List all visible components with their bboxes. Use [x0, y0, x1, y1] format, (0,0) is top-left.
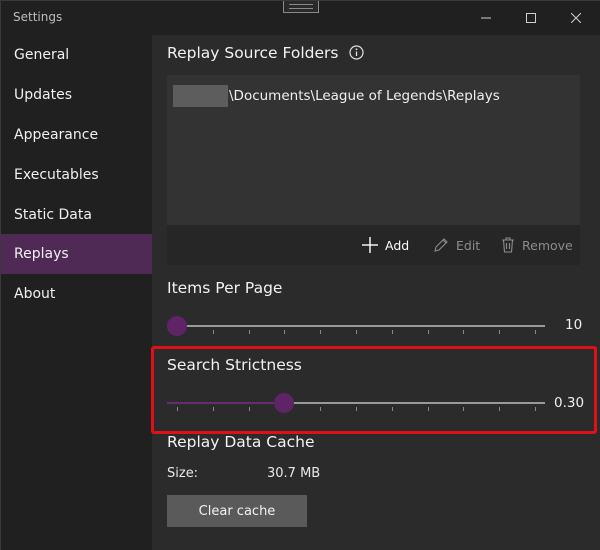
- replay-source-title-text: Replay Source Folders: [167, 44, 339, 62]
- search-strictness-slider[interactable]: [167, 392, 545, 414]
- items-per-page-title: Items Per Page: [167, 279, 283, 297]
- cache-size-label: Size:: [167, 466, 199, 481]
- slider-tick: [356, 407, 357, 411]
- sidebar-item-label: General: [14, 47, 70, 63]
- clear-cache-button[interactable]: Clear cache: [167, 495, 307, 527]
- edit-folder-button[interactable]: Edit: [433, 225, 480, 265]
- sidebar-item-label: About: [14, 286, 56, 302]
- sidebar-item-label: Appearance: [14, 127, 99, 143]
- pencil-icon: [434, 238, 448, 252]
- settings-content: Replay Source Folders \Documents\League …: [152, 35, 600, 550]
- add-folder-button[interactable]: Add: [362, 225, 409, 265]
- sidebar-item-replays[interactable]: Replays: [1, 234, 152, 274]
- maximize-icon: [526, 13, 536, 23]
- replay-folder-item[interactable]: \Documents\League of Legends\Replays: [173, 85, 500, 107]
- trash-icon: [502, 237, 514, 253]
- settings-sidebar: General Updates Appearance Executables S…: [1, 35, 152, 550]
- info-icon[interactable]: [349, 44, 365, 60]
- slider-tick: [535, 330, 536, 334]
- slider-tick: [320, 407, 322, 411]
- slider-tick: [248, 330, 250, 334]
- slider-tick: [499, 407, 501, 411]
- sidebar-item-executables[interactable]: Executables: [1, 155, 152, 195]
- maximize-button[interactable]: [508, 1, 554, 35]
- sidebar-item-label: Replays: [14, 246, 69, 262]
- sidebar-item-label: Updates: [14, 87, 72, 103]
- remove-folder-button[interactable]: Remove: [501, 225, 573, 265]
- sidebar-item-static-data[interactable]: Static Data: [1, 195, 152, 235]
- folder-toolbar: Add Edit Remove: [167, 225, 580, 265]
- items-per-page-slider[interactable]: [167, 315, 545, 337]
- sidebar-item-updates[interactable]: Updates: [1, 75, 152, 115]
- items-per-page-thumb[interactable]: [167, 316, 187, 336]
- sidebar-item-about[interactable]: About: [1, 274, 152, 314]
- minimize-icon: [481, 17, 491, 19]
- sidebar-item-label: Static Data: [14, 207, 92, 223]
- slider-tick: [391, 407, 393, 411]
- edit-folder-label: Edit: [456, 237, 481, 253]
- replay-folder-path: \Documents\League of Legends\Replays: [229, 88, 500, 104]
- settings-window: Settings General Updates Appearance Exec…: [0, 0, 600, 550]
- sidebar-item-label: Executables: [14, 167, 99, 183]
- slider-tick: [320, 330, 322, 334]
- slider-tick: [212, 407, 214, 411]
- window-title: Settings: [13, 10, 63, 24]
- slider-tick: [463, 407, 465, 411]
- items-per-page-value: 10: [565, 317, 583, 333]
- add-folder-label: Add: [385, 237, 410, 253]
- redacted-path-block: [173, 85, 228, 107]
- close-button[interactable]: [553, 1, 599, 35]
- slider-tick: [212, 330, 214, 334]
- cache-size-value: 30.7 MB: [267, 466, 321, 481]
- slider-tick: [499, 330, 501, 334]
- slider-tick: [248, 407, 250, 411]
- minimize-button[interactable]: [463, 1, 509, 35]
- slider-tick: [177, 407, 178, 411]
- sidebar-item-general[interactable]: General: [1, 35, 152, 75]
- replay-data-cache-title: Replay Data Cache: [167, 433, 315, 451]
- search-strictness-title: Search Strictness: [167, 356, 302, 374]
- search-strictness-thumb[interactable]: [274, 393, 295, 413]
- replay-source-title: Replay Source Folders: [167, 44, 365, 62]
- replay-folder-list[interactable]: \Documents\League of Legends\Replays Add…: [167, 75, 580, 265]
- search-strictness-value: 0.30: [554, 395, 585, 411]
- slider-tick: [463, 330, 465, 334]
- remove-folder-label: Remove: [522, 237, 573, 253]
- slider-tick: [391, 330, 393, 334]
- title-bar[interactable]: Settings: [1, 1, 600, 35]
- plus-icon: [362, 237, 378, 253]
- slider-tick: [284, 330, 286, 334]
- sidebar-item-appearance[interactable]: Appearance: [1, 115, 152, 155]
- slider-tick: [427, 407, 429, 411]
- slider-tick: [356, 330, 357, 334]
- slider-tick: [427, 330, 429, 334]
- slider-tick: [535, 407, 536, 411]
- drag-handle-icon[interactable]: [283, 1, 319, 13]
- close-icon: [571, 13, 581, 23]
